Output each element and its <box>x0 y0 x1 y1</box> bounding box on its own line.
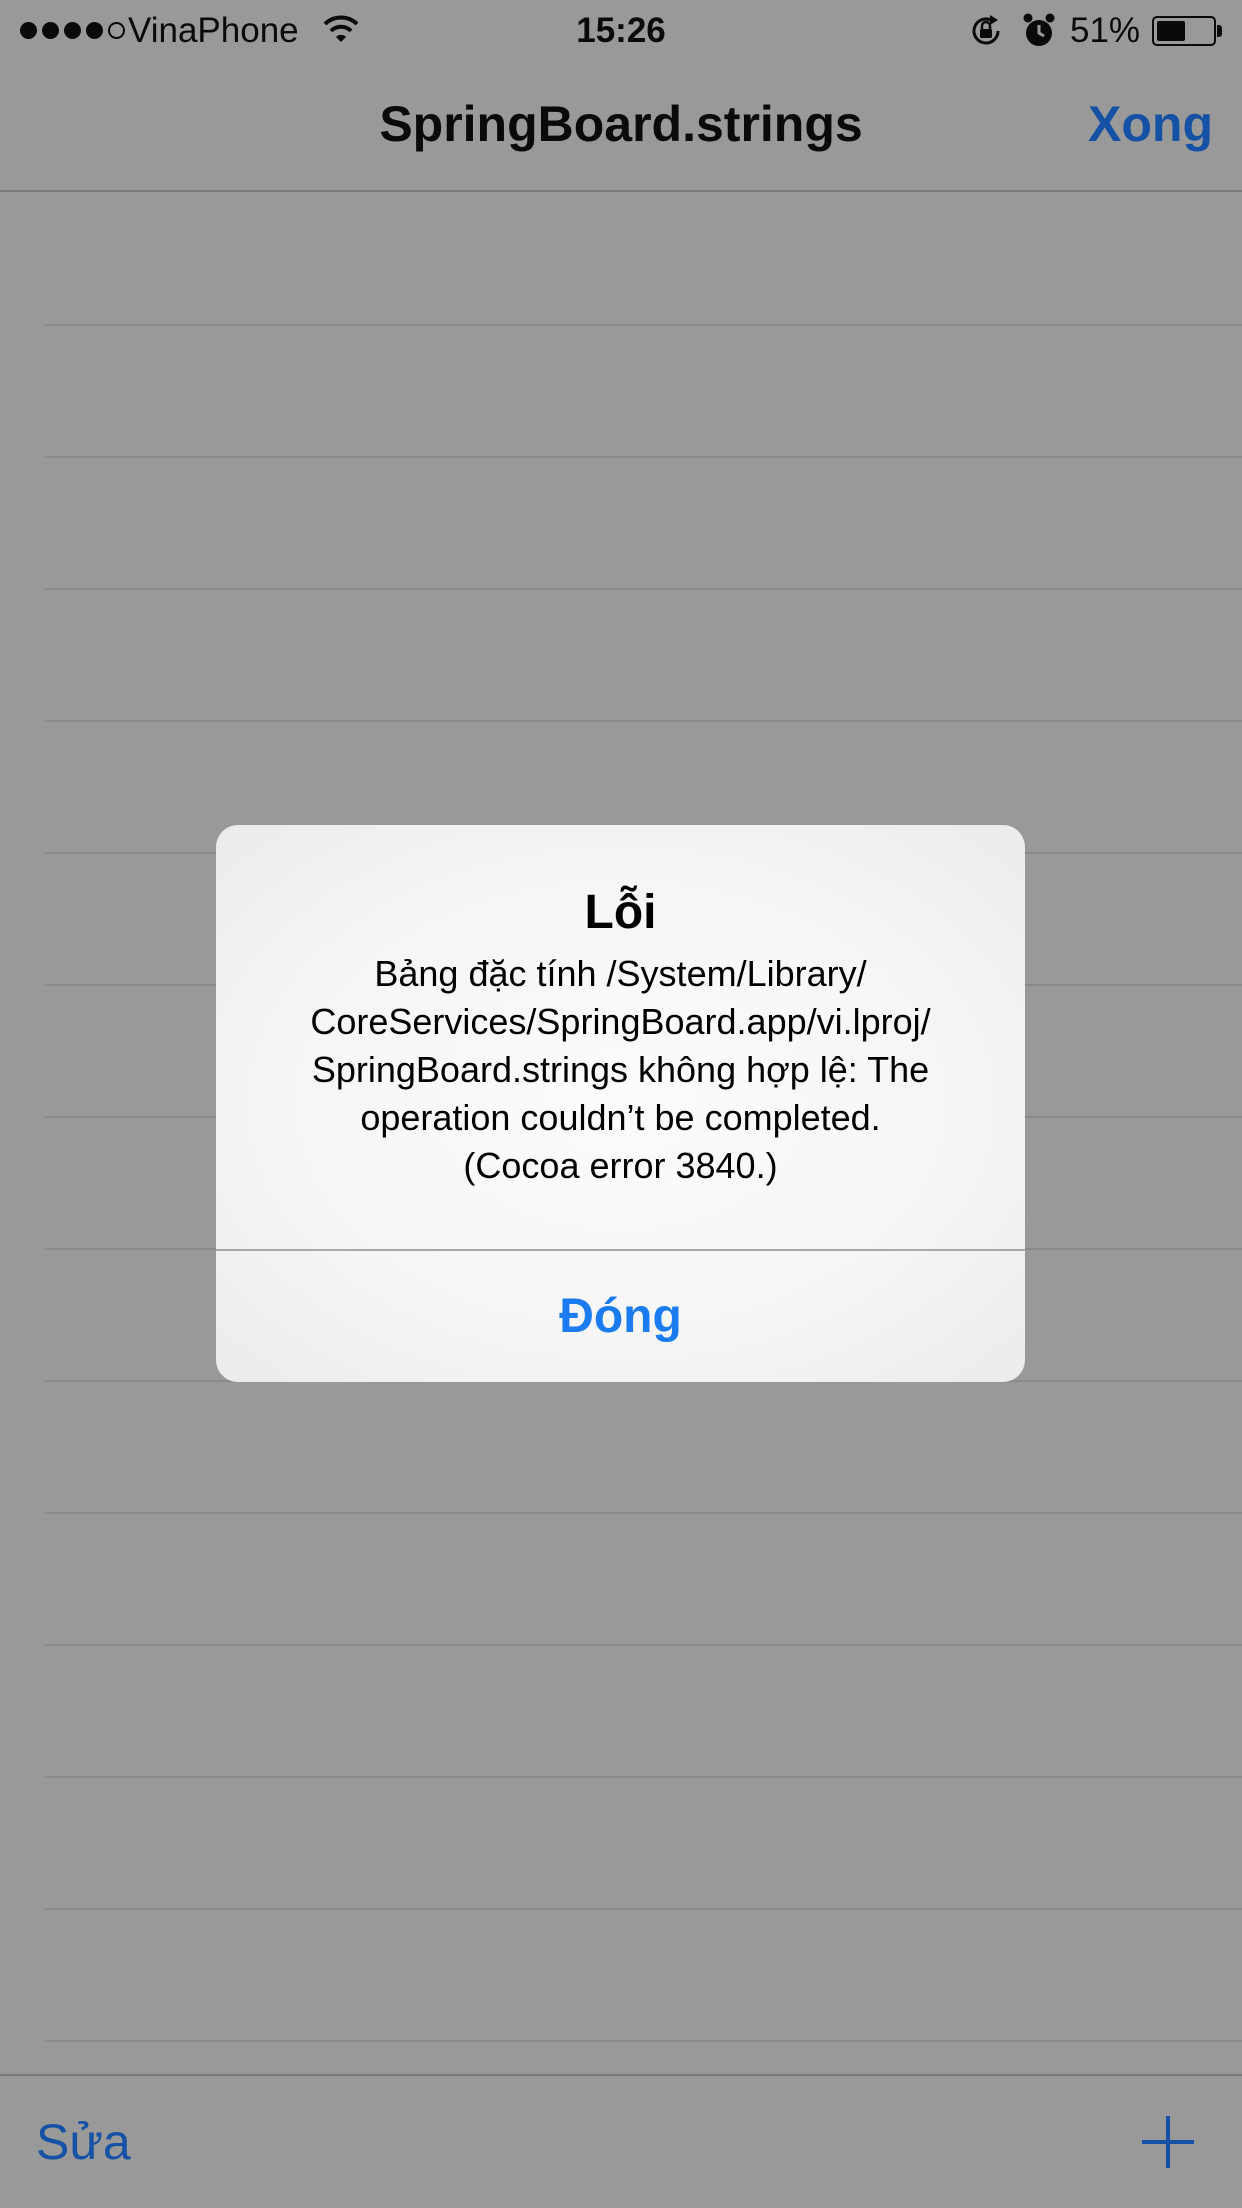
row-separator <box>45 456 1242 458</box>
page-title: SpringBoard.strings <box>379 96 863 152</box>
alert-message: Bảng đặc tính /System/Library/ CoreServi… <box>256 950 985 1190</box>
row-separator <box>45 1908 1242 1910</box>
navigation-bar: SpringBoard.strings Xong <box>0 62 1242 192</box>
rotation-lock-icon <box>972 15 1000 45</box>
alert-title: Lỗi <box>584 886 657 939</box>
battery-icon <box>1152 16 1216 46</box>
battery-tip <box>1217 25 1222 37</box>
bottom-toolbar: Sửa <box>0 2074 1242 2208</box>
error-alert: Lỗi Bảng đặc tính /System/Library/ CoreS… <box>216 825 1025 1382</box>
edit-button[interactable]: Sửa <box>36 2112 131 2172</box>
row-separator <box>45 1512 1242 1514</box>
battery-level <box>1157 21 1185 41</box>
alert-message-line: CoreServices/SpringBoard.app/vi.lproj/ <box>310 1001 931 1042</box>
row-separator <box>45 588 1242 590</box>
close-button[interactable]: Đóng <box>216 1251 1025 1382</box>
row-separator <box>45 720 1242 722</box>
row-separator <box>45 1644 1242 1646</box>
status-bar: VinaPhone 15:26 51% <box>0 0 1242 62</box>
done-button[interactable]: Xong <box>1088 94 1213 154</box>
alert-message-line: (Cocoa error 3840.) <box>463 1145 778 1186</box>
alarm-icon <box>1023 13 1055 46</box>
battery-percent: 51% <box>1070 11 1141 50</box>
row-separator <box>45 1776 1242 1778</box>
alert-message-line: Bảng đặc tính /System/Library/ <box>374 953 867 994</box>
row-separator <box>45 324 1242 326</box>
plus-icon[interactable] <box>1140 2114 1196 2170</box>
alert-message-line: SpringBoard.strings không hợp lệ: The <box>311 1049 930 1090</box>
alert-message-line: operation couldn’t be completed. <box>360 1097 881 1138</box>
row-separator <box>45 2040 1242 2042</box>
